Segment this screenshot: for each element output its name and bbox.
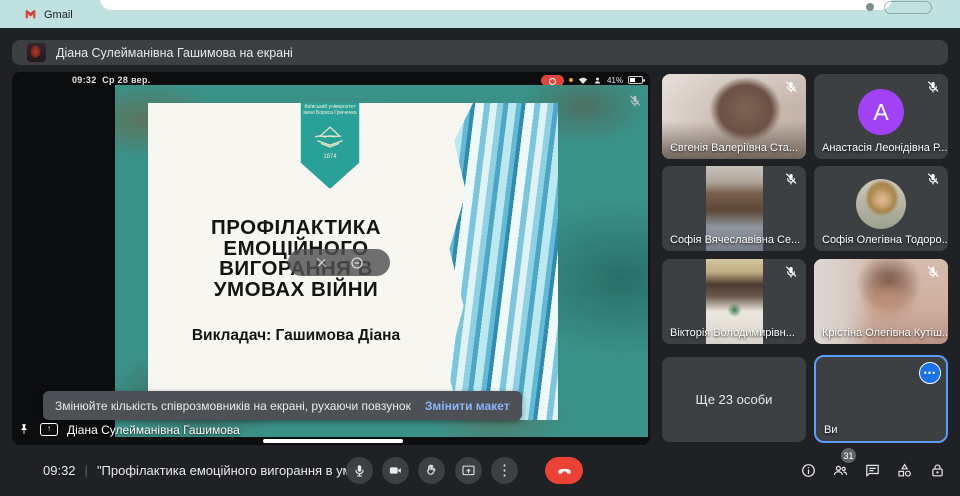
participant-name: Вікторія Володимирівн... <box>670 327 795 339</box>
more-vertical-icon: ⋮ <box>497 462 512 479</box>
participant-name: Софія Олегівна Тодоро... <box>822 234 948 246</box>
mic-in-use-icon <box>568 78 573 82</box>
presenting-banner: Діана Сулейманівна Гашимова на екрані <box>12 40 948 65</box>
letter-avatar: A <box>858 89 904 135</box>
host-controls-button[interactable] <box>929 462 946 479</box>
participant-tile[interactable]: Крістіна Олегівна Кутіш... <box>814 259 948 344</box>
popout-button[interactable]: ↑ <box>40 423 58 436</box>
participant-name: Анастасія Леонідівна Р... <box>822 142 948 154</box>
layout-tooltip: Змінюйте кількість співрозмовників на ек… <box>43 391 522 420</box>
mic-off-icon <box>928 173 939 185</box>
end-call-button[interactable] <box>545 457 583 484</box>
tile-options-button[interactable]: ••• <box>919 362 941 384</box>
home-indicator-bar <box>263 439 403 443</box>
end-call-icon <box>557 468 571 474</box>
mic-icon <box>355 465 364 477</box>
mic-off-icon <box>786 81 797 93</box>
browser-top-strip: Gmail <box>0 0 960 28</box>
university-emblem-icon <box>314 126 343 148</box>
participant-tile[interactable]: Софія Олегівна Тодоро... <box>814 166 948 251</box>
presenter-mic-off-icon <box>630 95 641 107</box>
participants-button[interactable] <box>832 462 849 479</box>
gmail-bookmark[interactable]: Gmail <box>24 8 73 21</box>
university-name-line2: імені Бориса Грінченка <box>303 110 357 116</box>
participant-tile[interactable]: A Анастасія Леонідівна Р... <box>814 74 948 159</box>
recording-indicator-icon <box>540 74 564 86</box>
participant-name: Крістіна Олегівна Кутіш... <box>822 327 948 339</box>
more-participants-label: Ще 23 особи <box>695 392 773 407</box>
present-button[interactable] <box>455 457 482 484</box>
participant-tile[interactable]: Вікторія Володимирівн... <box>662 259 806 344</box>
share-overlay-controls <box>288 249 390 276</box>
present-icon <box>462 465 475 476</box>
mic-button[interactable] <box>346 457 373 484</box>
participant-name: Євгенія Валеріївна Ста... <box>670 142 799 154</box>
mic-off-icon <box>786 266 797 278</box>
university-logo: Київський університет імені Бориса Грінч… <box>300 103 360 189</box>
self-label: Ви <box>824 424 838 436</box>
gmail-icon <box>25 10 36 19</box>
slide-title-line1: ПРОФІЛАКТИКА <box>210 216 382 239</box>
browser-profile-icon[interactable] <box>866 3 874 11</box>
presenter-avatar <box>27 43 46 62</box>
mic-off-icon <box>786 173 797 185</box>
zoom-out-icon <box>350 256 363 269</box>
hand-icon <box>427 464 436 475</box>
meeting-info-left: 09:32 | "Профілактика емоційного вигоран… <box>43 463 349 478</box>
clock: 09:32 <box>43 463 76 478</box>
photo-avatar <box>856 179 906 229</box>
shared-screen-tile[interactable]: 09:32 Ср 28 вер. 41% Київський університ… <box>12 72 650 445</box>
raise-hand-button[interactable] <box>418 457 445 484</box>
stylus-off-icon <box>316 257 326 268</box>
participant-tile[interactable]: Євгенія Валеріївна Ста... <box>662 74 806 159</box>
participant-count-badge: 31 <box>841 448 856 463</box>
divider: | <box>84 463 88 478</box>
device-time: 09:32 <box>72 75 97 85</box>
participant-tile[interactable]: Софія Вячеславівна Се... <box>662 166 806 251</box>
more-options-button[interactable]: ⋮ <box>491 457 518 484</box>
mic-off-icon <box>928 266 939 278</box>
browser-address-bar[interactable] <box>100 0 892 10</box>
camera-icon <box>389 467 401 474</box>
presenting-banner-text: Діана Сулейманівна Гашимова на екрані <box>56 45 293 60</box>
slide-subtitle: Викладач: Гашимова Діана <box>191 327 401 344</box>
layout-tooltip-text: Змінюйте кількість співрозмовників на ек… <box>55 398 411 413</box>
self-view-tile[interactable]: ••• Ви <box>814 355 948 443</box>
more-participants-tile[interactable]: Ще 23 особи <box>662 357 806 442</box>
gmail-bookmark-label: Gmail <box>44 8 73 21</box>
battery-icon <box>628 76 645 84</box>
activities-button[interactable] <box>896 462 913 479</box>
mic-off-icon <box>928 81 939 93</box>
browser-button[interactable] <box>884 1 932 14</box>
presenter-label-row: ↑ Діана Сулейманівна Гашимова <box>17 421 240 438</box>
device-status-time: 09:32 Ср 28 вер. <box>72 75 151 85</box>
change-layout-link[interactable]: Змінити макет <box>425 399 510 413</box>
presenter-name-label: Діана Сулейманівна Гашимова <box>67 422 240 437</box>
pin-icon[interactable] <box>17 421 31 438</box>
chat-button[interactable] <box>864 462 881 479</box>
meeting-details-button[interactable] <box>800 462 817 479</box>
camera-button[interactable] <box>382 457 409 484</box>
wifi-icon <box>578 77 588 84</box>
slide-marble-decoration <box>447 103 558 420</box>
device-date: Ср 28 вер. <box>102 75 151 85</box>
meeting-title: "Профілактика емоційного вигорання в умо… <box>96 463 349 478</box>
university-year: 1874 <box>323 154 337 160</box>
orientation-lock-icon <box>594 77 601 83</box>
participant-name: Софія Вячеславівна Се... <box>670 234 801 246</box>
slide-title-line4: УМОВАХ ВІЙНИ <box>213 277 379 301</box>
meet-app-window: Gmail Діана Сулейманівна Гашимова на екр… <box>0 0 960 496</box>
battery-percent: 41% <box>606 75 623 85</box>
